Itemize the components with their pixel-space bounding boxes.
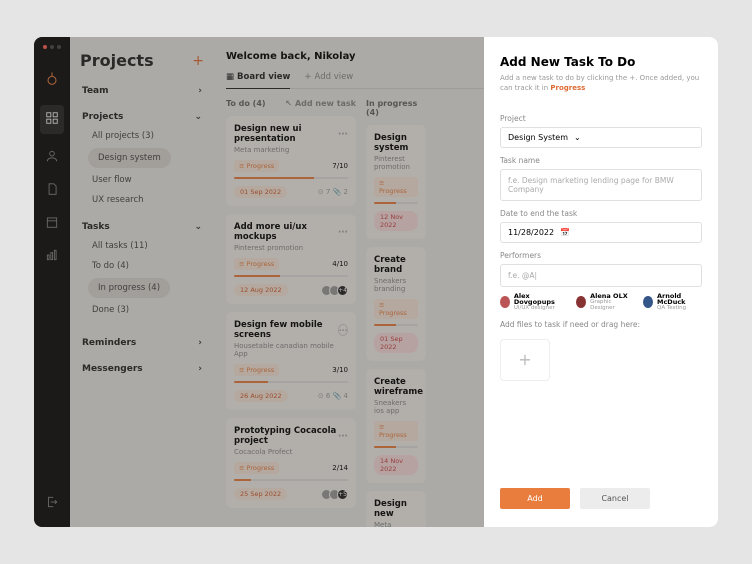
modal-hint: Add a new task to do by clicking the +. … <box>500 74 702 94</box>
performer-option[interactable]: Alex DovgopupsUI/UX designer <box>500 293 562 312</box>
app-window: Projects+ Team› Projects⌄ All projects (… <box>34 37 718 527</box>
add-task-modal: Add New Task To Do Add a new task to do … <box>484 37 718 527</box>
performer-option[interactable]: Alena OLXGraphic Designer <box>576 293 629 312</box>
cancel-button[interactable]: Cancel <box>580 488 650 509</box>
performer-role: QA Testing <box>657 306 702 312</box>
label-project: Project <box>500 114 702 123</box>
performer-role: Graphic Designer <box>590 300 629 312</box>
label-task-name: Task name <box>500 156 702 165</box>
calendar-icon: 📅 <box>560 228 570 237</box>
modal-title: Add New Task To Do <box>500 55 702 69</box>
performers-input[interactable]: f.e. @A| <box>500 264 702 287</box>
file-dropzone[interactable]: + <box>500 339 550 381</box>
project-select[interactable]: Design System⌄ <box>500 127 702 148</box>
performer-name: Arnold McDuck <box>657 293 702 307</box>
performer-option[interactable]: Arnold McDuckQA Testing <box>643 293 702 312</box>
avatar <box>576 296 586 308</box>
task-name-input[interactable]: f.e. Design marketing lending page for B… <box>500 169 702 201</box>
date-input[interactable]: 11/28/2022📅 <box>500 222 702 243</box>
label-performers: Performers <box>500 251 702 260</box>
label-files: Add files to task if need or drag here: <box>500 320 702 329</box>
label-date: Date to end the task <box>500 209 702 218</box>
add-button[interactable]: Add <box>500 488 570 509</box>
chevron-down-icon: ⌄ <box>574 133 581 142</box>
avatar <box>643 296 653 308</box>
avatar <box>500 296 510 308</box>
performer-role: UI/UX designer <box>514 306 562 312</box>
performer-name: Alex Dovgopups <box>514 293 562 307</box>
